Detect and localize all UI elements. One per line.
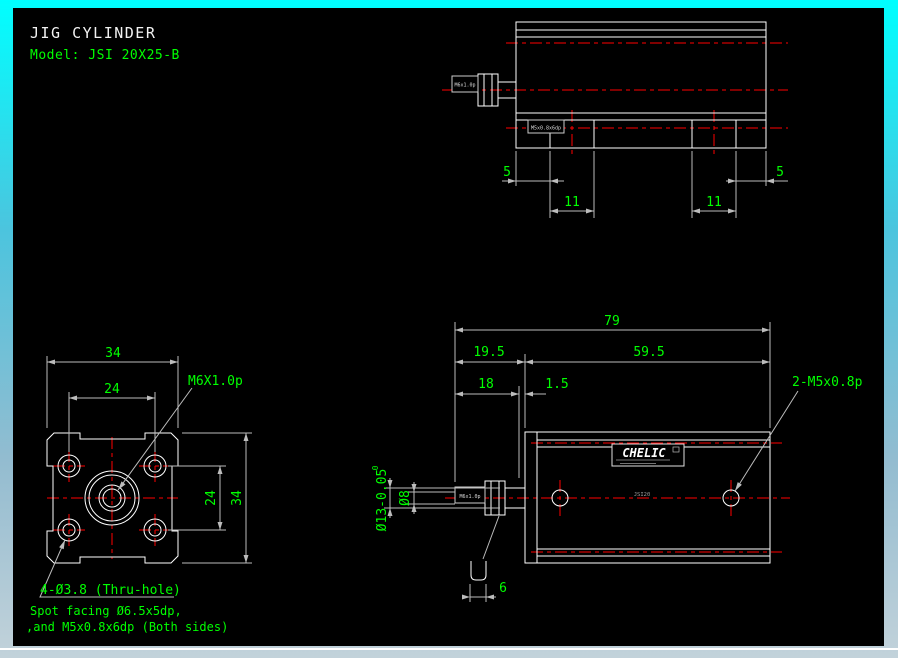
- dim-body-length: 59.5: [633, 345, 664, 360]
- cad-viewport: JIG CYLINDER Model: JSI 20X25-B M6x1.0p …: [0, 0, 898, 658]
- drawing-model: Model: JSI 20X25-B: [30, 48, 180, 63]
- dim-slot-left: 11: [564, 195, 580, 210]
- dim-edge-right: 5: [776, 165, 784, 180]
- drawing-title: JIG CYLINDER: [30, 24, 156, 42]
- dim-slot-right: 11: [706, 195, 722, 210]
- brand-logo: CHELIC: [622, 446, 666, 460]
- dim-rod-length: 18: [478, 377, 494, 392]
- rod-thread-tag: M6x1.0p: [459, 494, 480, 500]
- thread-callout: M6X1.0p: [188, 374, 243, 389]
- dim-plate-thickness: 1.5: [545, 377, 568, 392]
- model-stamp: JSI20: [634, 492, 651, 498]
- bottom-frame-line: [0, 648, 898, 650]
- dim-head-length: 19.5: [473, 345, 504, 360]
- dim-overall-length: 79: [604, 314, 620, 329]
- port-callout: 2-M5x0.8p: [792, 375, 863, 390]
- cad-window: JIG CYLINDER Model: JSI 20X25-B M6x1.0p …: [0, 0, 898, 658]
- note-line-2: ,and M5x0.8x6dp (Both sides): [26, 620, 228, 634]
- dim-edge-left: 5: [503, 165, 511, 180]
- dim-bolt-width: 24: [104, 382, 120, 397]
- hole-callout: 4-Ø3.8 (Thru-hole): [40, 583, 181, 598]
- dim-outer-height: 34: [230, 490, 245, 506]
- rod-thread-tag: M6x1.0p: [454, 83, 475, 89]
- mount-thread-tag: M5x0.8x6dp: [531, 126, 561, 132]
- dim-outer-width: 34: [105, 346, 121, 361]
- dim-bolt-height: 24: [204, 490, 219, 506]
- note-line-1: Spot facing Ø6.5x5dp,: [30, 604, 182, 618]
- drawing-canvas: [13, 8, 884, 646]
- dim-piston-diameter: Ø8: [398, 490, 413, 506]
- dim-rod-diameter: Ø13-0.05: [375, 469, 390, 532]
- dim-rod-diameter-tolerance: 0: [371, 465, 380, 470]
- dim-wrench-flats: 6: [499, 581, 507, 596]
